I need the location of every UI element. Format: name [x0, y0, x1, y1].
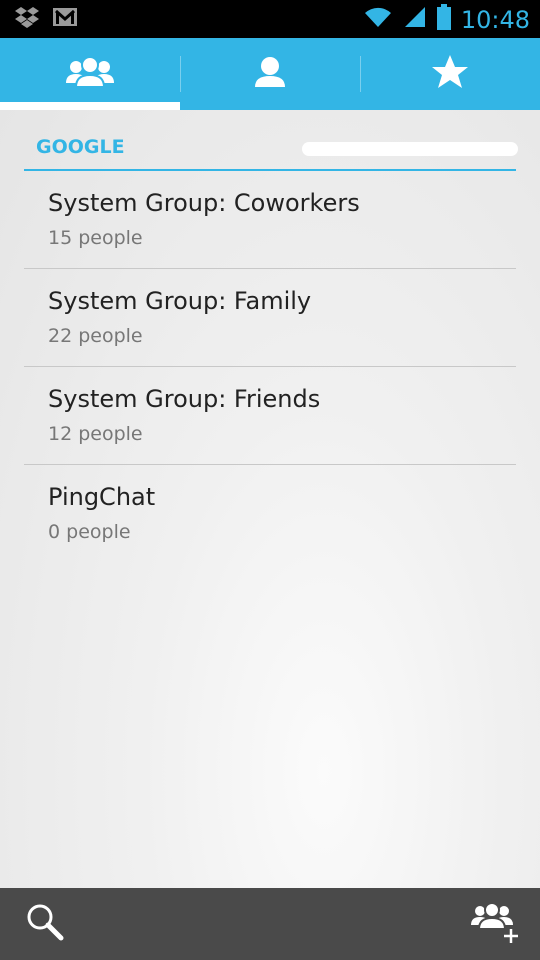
tab-groups[interactable] — [0, 38, 180, 110]
account-header: GOOGLE — [24, 130, 518, 171]
group-member-count: 0 people — [48, 521, 131, 543]
tab-bar — [0, 38, 540, 110]
wifi-icon — [363, 5, 393, 34]
group-list-area: GOOGLE System Group: Coworkers 15 people… — [0, 110, 540, 888]
contacts-tab-icon — [253, 55, 287, 94]
list-item[interactable]: PingChat 0 people — [24, 465, 516, 562]
group-name: System Group: Coworkers — [48, 189, 360, 217]
group-member-count: 22 people — [48, 325, 143, 347]
battery-icon — [436, 4, 451, 35]
group-name: System Group: Family — [48, 287, 312, 315]
group-list: System Group: Coworkers 15 people System… — [24, 171, 516, 562]
list-item[interactable]: System Group: Family 22 people — [24, 269, 516, 367]
groups-tab-icon — [66, 55, 114, 94]
account-type-label: GOOGLE — [36, 136, 125, 158]
bottom-action-bar — [0, 888, 540, 960]
gmail-icon — [52, 7, 78, 32]
status-bar: 10:48 — [0, 0, 540, 38]
favorites-tab-icon — [431, 54, 469, 95]
add-group-icon — [471, 901, 519, 948]
tab-contacts[interactable] — [180, 38, 360, 110]
clock: 10:48 — [460, 5, 530, 34]
tab-favorites[interactable] — [360, 38, 540, 110]
list-item[interactable]: System Group: Coworkers 15 people — [24, 171, 516, 269]
search-button[interactable] — [0, 888, 90, 960]
search-icon — [25, 902, 65, 947]
group-name: System Group: Friends — [48, 385, 321, 413]
add-group-button[interactable] — [450, 888, 540, 960]
group-member-count: 15 people — [48, 227, 143, 249]
group-name: PingChat — [48, 483, 156, 511]
group-member-count: 12 people — [48, 423, 143, 445]
account-email-redaction — [302, 142, 518, 156]
list-item[interactable]: System Group: Friends 12 people — [24, 367, 516, 465]
dropbox-icon — [14, 6, 40, 33]
signal-icon — [403, 5, 427, 34]
